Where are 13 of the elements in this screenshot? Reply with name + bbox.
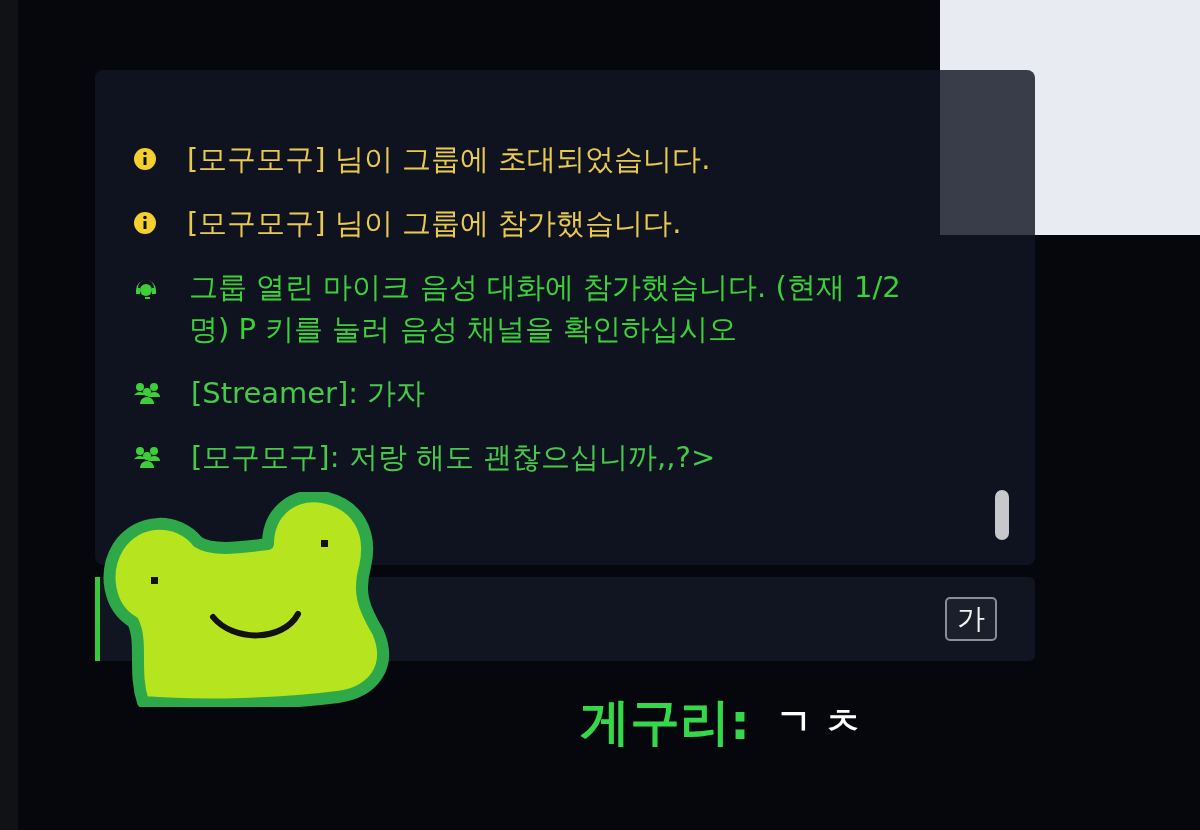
group-icon [133, 445, 161, 469]
chat-message: 그룹 열린 마이크 음성 대화에 참가했습니다. (현재 1/2명) P 키를 눌러 음성 채널을 확인하십시오 [189, 269, 902, 348]
group-icon [133, 381, 161, 405]
chat-message: [모구모구] 님이 그룹에 참가했습니다. [187, 205, 682, 242]
chat-message: [Streamer]: 가자 [191, 375, 426, 412]
scrollbar-thumb[interactable] [995, 490, 1009, 540]
ime-toggle-button[interactable]: 가 [945, 597, 997, 641]
caption-text: ㄱ ㅊ [776, 700, 861, 744]
chat-message: [모구모구] 님이 그룹에 초대되었습니다. [187, 141, 711, 178]
info-icon [133, 147, 157, 171]
info-icon [133, 211, 157, 235]
speaker-name: 게구리: [580, 692, 750, 753]
chat-message: [모구모구]: 저랑 해도 괜찮으십니까,,?> [191, 439, 716, 476]
